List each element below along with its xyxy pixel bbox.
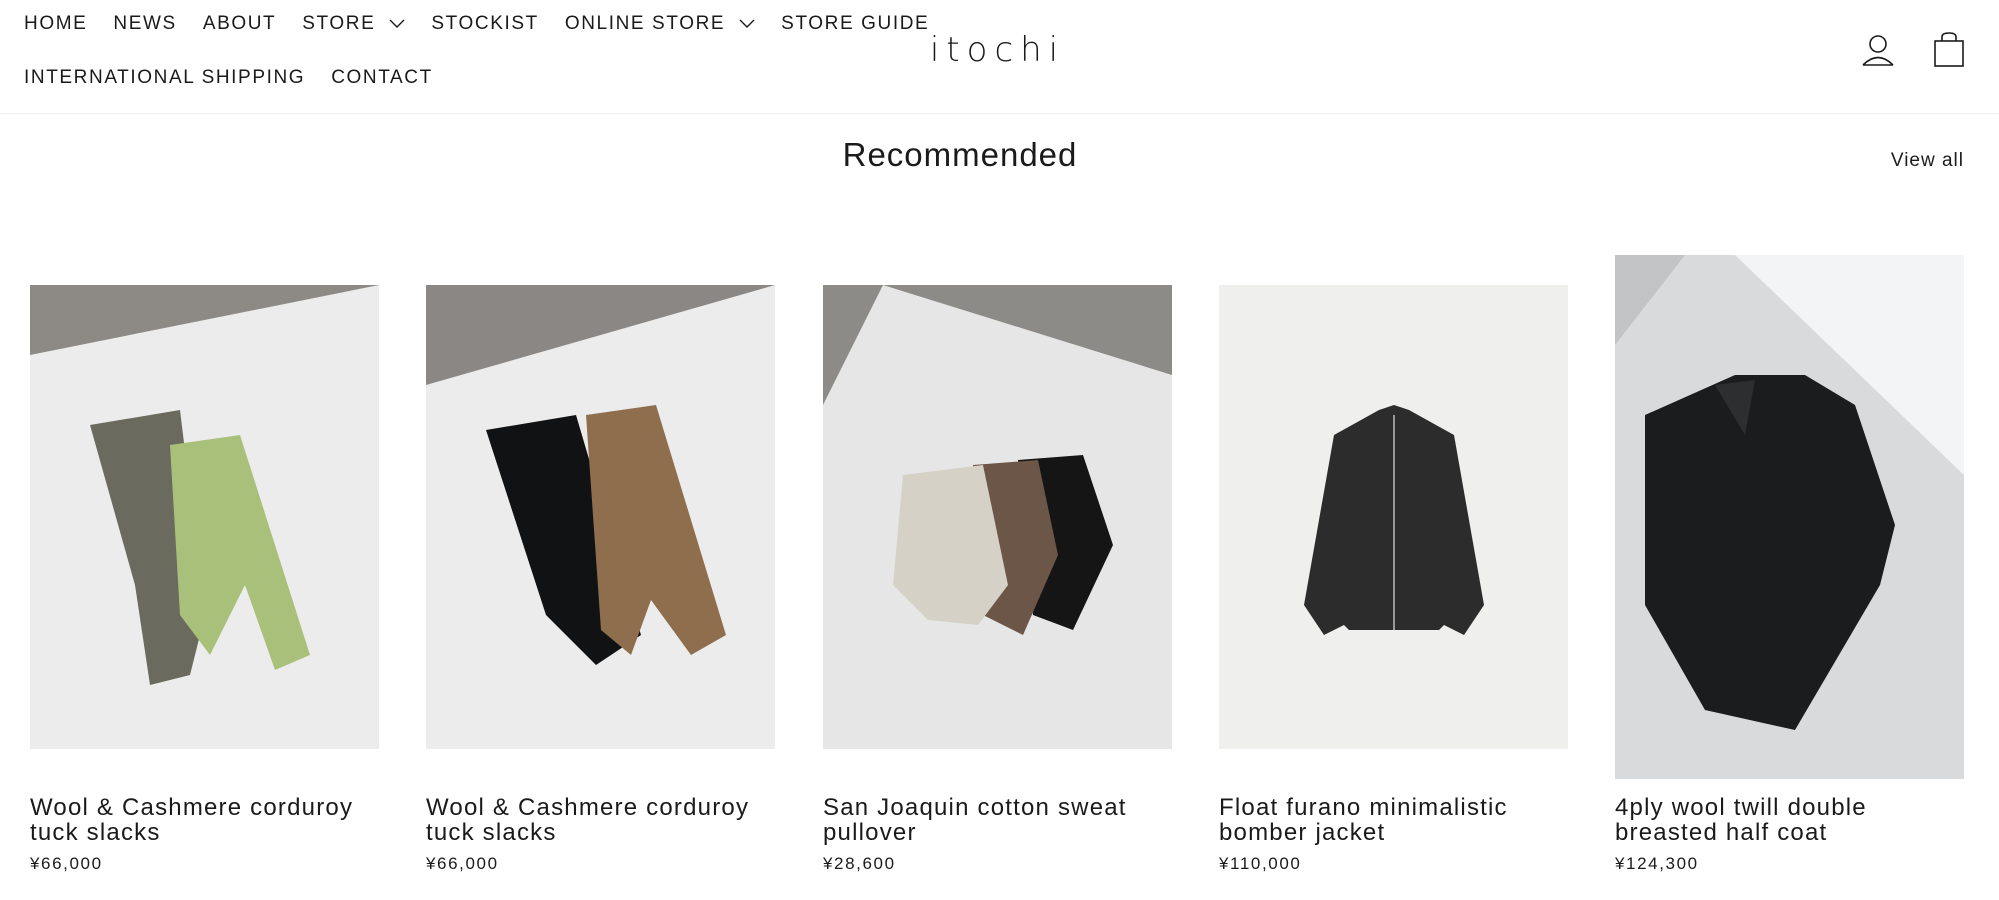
product-name[interactable]: Float furano minimalistic bomber jacket	[1219, 795, 1579, 845]
product-price: ¥66,000	[30, 854, 103, 873]
chevron-down-icon	[389, 19, 405, 29]
product-price: ¥124,300	[1615, 854, 1699, 873]
nav-stockist[interactable]: STOCKIST	[431, 13, 538, 35]
section-title: Recommended	[842, 136, 1078, 173]
account-icon[interactable]	[1858, 30, 1898, 70]
nav-store-guide-label: STORE GUIDE	[781, 13, 930, 34]
brand-logo[interactable]: itochi	[930, 30, 1065, 70]
nav-international-shipping[interactable]: INTERNATIONAL SHIPPING	[24, 67, 305, 89]
product-price: ¥110,000	[1219, 854, 1302, 873]
product-image[interactable]	[426, 285, 775, 749]
product-price: ¥66,000	[426, 854, 499, 873]
nav-international-shipping-label: INTERNATIONAL SHIPPING	[24, 67, 306, 88]
product-price: ¥28,600	[823, 854, 896, 873]
chevron-down-icon	[739, 19, 755, 29]
product-name[interactable]: Wool & Cashmere corduroy tuck slacks	[426, 795, 786, 845]
product-image[interactable]	[823, 285, 1172, 749]
site-header: HOME NEWS ABOUT STORE STOCKIST ONLINE ST…	[0, 0, 1999, 114]
nav-news[interactable]: NEWS	[113, 13, 176, 35]
nav-news-label: NEWS	[113, 13, 177, 34]
primary-nav-row-1: HOME NEWS ABOUT STORE STOCKIST ONLINE ST…	[24, 10, 955, 38]
product-name[interactable]: Wool & Cashmere corduroy tuck slacks	[30, 795, 390, 845]
nav-store-label: STORE	[302, 13, 376, 34]
product-image[interactable]	[1219, 285, 1568, 749]
product-name[interactable]: San Joaquin cotton sweat pullover	[823, 795, 1183, 845]
nav-contact-label: CONTACT	[331, 67, 433, 88]
view-all-link[interactable]: View all	[1891, 150, 1964, 172]
nav-about[interactable]: ABOUT	[203, 13, 276, 35]
nav-store[interactable]: STORE	[302, 13, 405, 35]
nav-online-store[interactable]: ONLINE STORE	[565, 13, 755, 35]
nav-about-label: ABOUT	[202, 13, 277, 34]
nav-home-label: HOME	[24, 13, 88, 34]
product-image[interactable]	[30, 285, 379, 749]
nav-online-store-label: ONLINE STORE	[564, 13, 726, 34]
cart-bag-icon[interactable]	[1929, 30, 1969, 70]
nav-home[interactable]: HOME	[24, 13, 87, 35]
nav-store-guide[interactable]: STORE GUIDE	[781, 13, 929, 35]
nav-stockist-label: STOCKIST	[431, 13, 539, 34]
primary-nav-row-2: INTERNATIONAL SHIPPING CONTACT	[24, 64, 459, 92]
product-name[interactable]: 4ply wool twill double breasted half coa…	[1615, 795, 1975, 845]
nav-contact[interactable]: CONTACT	[331, 67, 433, 89]
product-image[interactable]	[1615, 255, 1964, 779]
